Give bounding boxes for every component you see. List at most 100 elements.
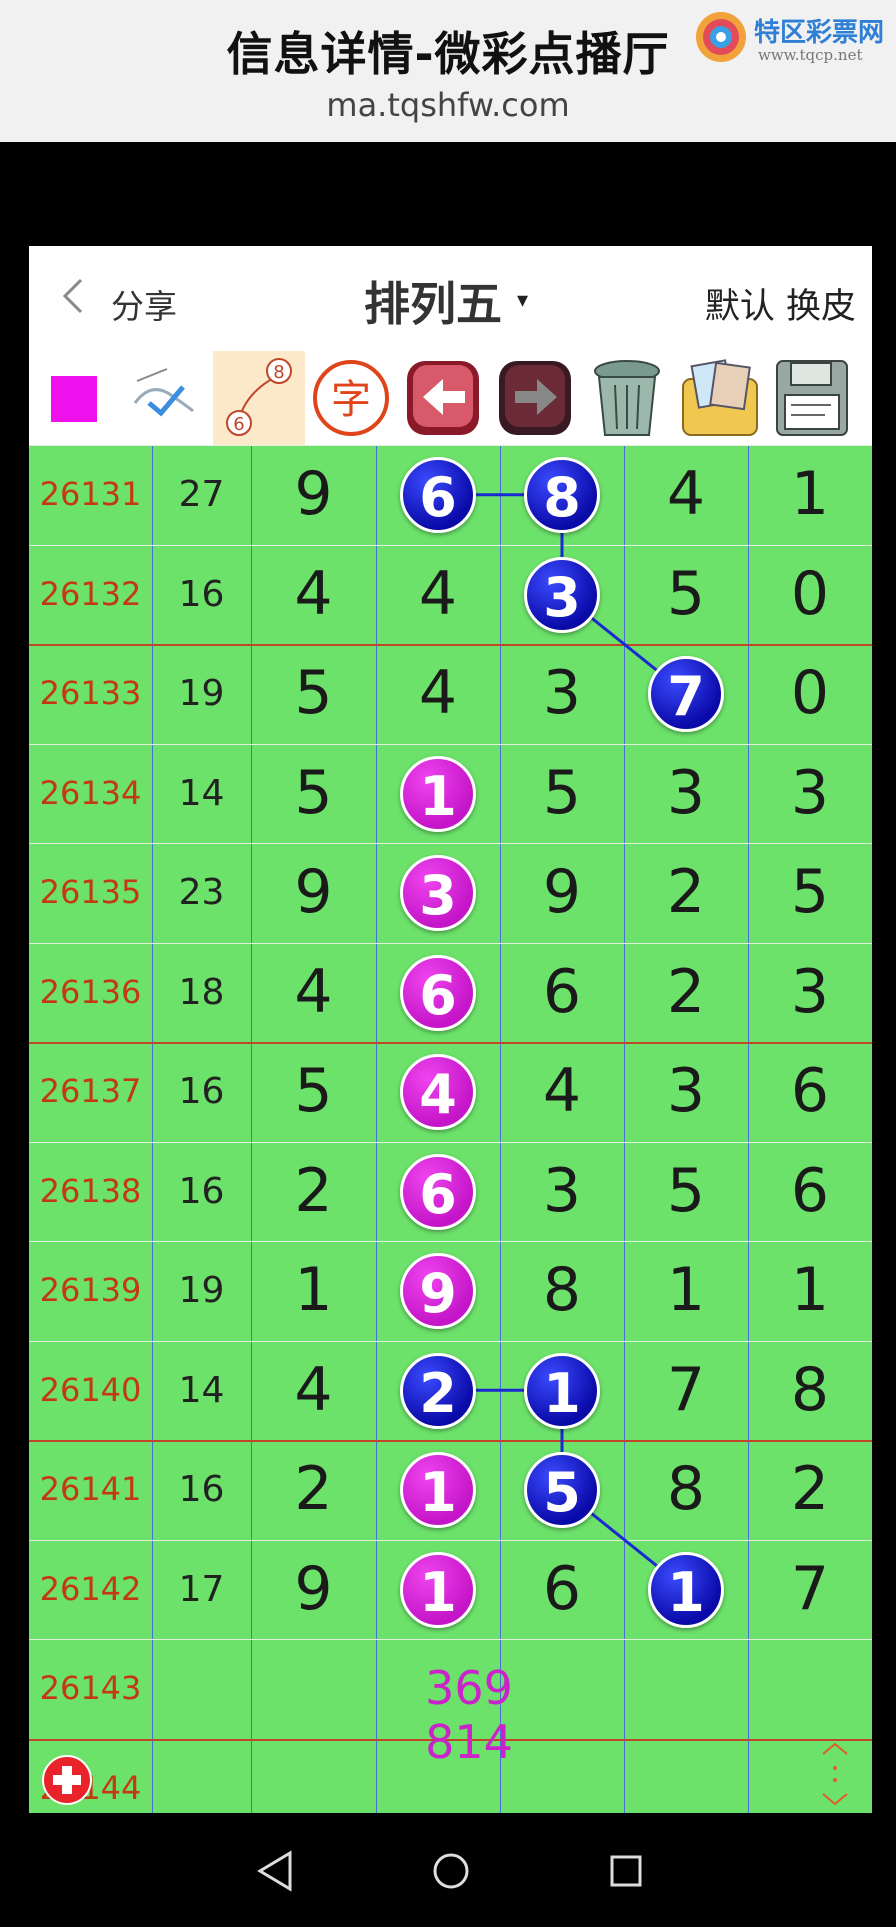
draw-pen-button[interactable] [121,351,213,445]
system-nav-bar [0,1813,896,1927]
add-circle-icon[interactable] [41,1754,93,1806]
digit-cell[interactable]: 5 [251,1042,376,1141]
digit-cell[interactable] [251,1639,376,1738]
digit-cell[interactable]: 9 [500,843,624,942]
prediction-text: 369 814 [389,1661,549,1769]
digit-cell[interactable]: 9 [251,445,376,544]
digit-ball[interactable]: 4 [400,1053,476,1130]
redo-button[interactable] [489,351,581,445]
digit-cell[interactable]: 3 [624,744,748,843]
digit-cell[interactable]: 4 [376,545,500,644]
digit-cell[interactable]: 6 [748,1142,872,1241]
sum-value: 18 [178,972,225,1013]
page-url[interactable]: ma.tqshfw.com [0,86,896,124]
digit-cell[interactable]: 3 [624,1042,748,1141]
issue-number: 26134 [39,774,142,812]
digit-cell[interactable]: 8 [500,1241,624,1340]
digit-cell[interactable]: 0 [748,644,872,743]
triangle-back-icon[interactable] [246,1841,306,1901]
digit-cell[interactable]: 5 [624,1142,748,1241]
digit-cell[interactable] [251,1739,376,1813]
digit-ball[interactable]: 2 [400,1352,476,1429]
digit-ball[interactable]: 6 [400,456,476,533]
digit-cell[interactable]: 1 [251,1241,376,1340]
digit-cell[interactable]: 5 [251,644,376,743]
digit-cell[interactable]: 6 [748,1042,872,1141]
digit-ball[interactable]: 6 [400,954,476,1031]
share-button[interactable]: 分享 [111,280,177,328]
digit-ball[interactable]: 9 [400,1252,476,1329]
digit-cell[interactable]: 9 [251,1540,376,1639]
digit-cell[interactable]: 8 [748,1341,872,1440]
digit-cell[interactable]: 2 [624,843,748,942]
connect-line-icon: 8 6 [226,358,292,436]
digit-cell[interactable] [748,1639,872,1738]
digit-cell[interactable]: 2 [748,1440,872,1539]
chevron-left-icon[interactable] [57,276,87,316]
digit-ball[interactable]: 1 [400,1451,476,1528]
digit-cell[interactable]: 0 [748,545,872,644]
digit-cell[interactable]: 2 [251,1440,376,1539]
digit-cell[interactable]: 2 [624,943,748,1042]
digit-cell[interactable] [624,1639,748,1738]
sum-value: 16 [178,1171,225,1212]
digit-cell[interactable]: 7 [748,1540,872,1639]
digit-cell[interactable]: 3 [500,1142,624,1241]
issue-number: 26135 [39,873,142,911]
digit-cell[interactable]: 6 [500,1540,624,1639]
trash-button[interactable] [581,351,673,445]
digit-cell[interactable]: 3 [500,644,624,743]
sum-value: 23 [178,872,225,913]
digit-ball[interactable]: 1 [648,1551,724,1628]
digit-cell[interactable]: 2 [251,1142,376,1241]
digit-cell[interactable]: 4 [624,445,748,544]
digit-cell[interactable]: 6 [500,943,624,1042]
digit-cell[interactable]: 8 [624,1440,748,1539]
digit-cell[interactable]: 4 [251,943,376,1042]
scroll-arrows-icon[interactable] [815,1740,855,1808]
undo-button[interactable] [397,351,489,445]
sum-value: 19 [178,1270,225,1311]
digit-cell[interactable]: 1 [748,445,872,544]
digit-cell[interactable]: 3 [748,744,872,843]
text-char-button[interactable]: 字 [305,351,397,445]
circle-home-icon[interactable] [421,1841,481,1901]
digit-ball[interactable]: 3 [524,556,600,633]
digit-cell[interactable]: 1 [624,1241,748,1340]
square-recents-icon[interactable] [596,1841,656,1901]
digit-cell[interactable]: 5 [500,744,624,843]
digit-ball[interactable]: 1 [524,1352,600,1429]
sum-value [152,1739,251,1813]
digit-cell[interactable]: 3 [748,943,872,1042]
digit-ball[interactable]: 8 [524,456,600,533]
dropdown-caret-icon[interactable]: ▾ [517,288,528,313]
connect-line-button[interactable]: 8 6 [213,351,305,445]
digit-cell[interactable]: 4 [251,1341,376,1440]
digit-ball[interactable]: 7 [648,655,724,732]
digit-ball[interactable]: 1 [400,755,476,832]
digit-ball[interactable]: 1 [400,1551,476,1628]
photo-album-button[interactable] [673,351,765,445]
digit-cell[interactable]: 4 [376,644,500,743]
trend-grid[interactable]: 26131 27 9 6 8 4 1 26132 16 4 4 3 5 0 26133 19 5 4 3 7 0 2613… [29,445,872,1813]
digit-ball[interactable]: 3 [400,854,476,931]
digit-cell[interactable]: 4 [251,545,376,644]
text-char-icon: 字 [313,360,389,436]
digit-cell[interactable]: 5 [251,744,376,843]
digit-ball[interactable]: 5 [524,1451,600,1528]
digit-cell[interactable]: 5 [748,843,872,942]
prediction-line-1: 369 [425,1661,513,1715]
digit-cell[interactable]: 9 [251,843,376,942]
color-swatch-button[interactable] [29,351,121,445]
skin-button[interactable]: 默认 换皮 [705,278,856,329]
issue-number: 26141 [39,1470,142,1508]
digit-cell[interactable]: 1 [748,1241,872,1340]
lottery-title[interactable]: 排列五 [364,268,502,334]
digit-ball[interactable]: 6 [400,1153,476,1230]
issue-number: 26136 [39,973,142,1011]
digit-cell[interactable] [624,1739,748,1813]
digit-cell[interactable]: 4 [500,1042,624,1141]
digit-cell[interactable]: 5 [624,545,748,644]
digit-cell[interactable]: 7 [624,1341,748,1440]
save-button[interactable] [765,351,857,445]
